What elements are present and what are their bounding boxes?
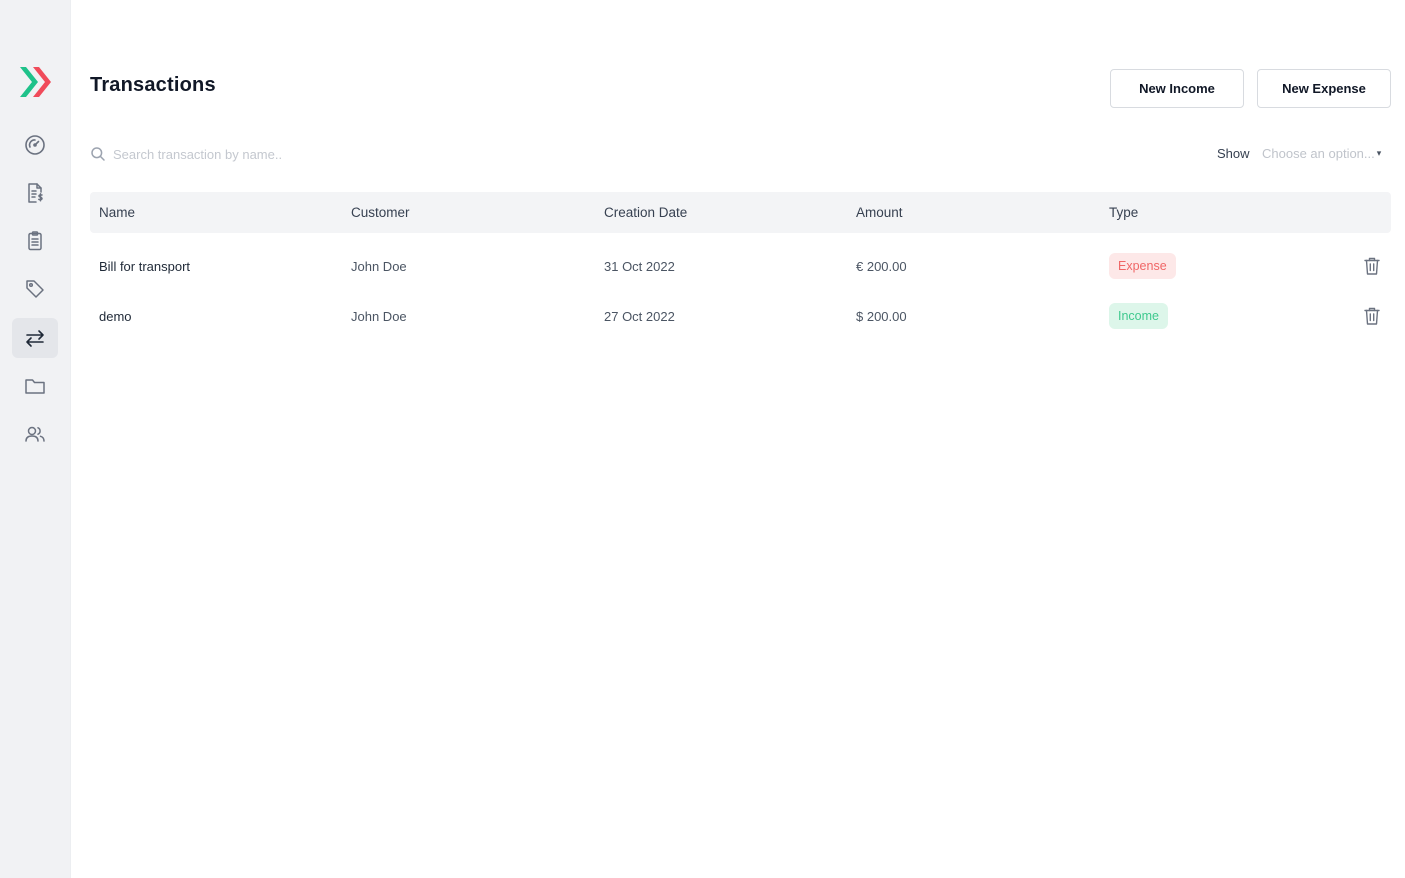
- search-input[interactable]: [113, 146, 493, 162]
- sidebar-item-invoices[interactable]: [12, 173, 58, 213]
- show-filter-label: Show: [1217, 146, 1250, 161]
- chevron-down-icon: ▾: [1376, 148, 1382, 158]
- type-badge-expense: Expense: [1109, 253, 1176, 279]
- transaction-amount: € 200.00: [856, 259, 907, 274]
- double-chevron-logo-icon: [20, 67, 51, 97]
- table-row[interactable]: Bill for transport John Doe 31 Oct 2022 …: [90, 249, 1391, 285]
- sidebar-item-customers[interactable]: [12, 414, 58, 454]
- column-header-type[interactable]: Type: [1109, 205, 1138, 220]
- sidebar-divider: [70, 0, 71, 878]
- app-root: Transactions New Income New Expense Show…: [0, 0, 1405, 878]
- users-icon: [25, 426, 45, 442]
- sidebar-item-files[interactable]: [12, 366, 58, 406]
- invoice-document-icon: [28, 183, 43, 203]
- transaction-name[interactable]: demo: [99, 309, 132, 324]
- table-header: Name Customer Creation Date Amount Type: [90, 192, 1391, 233]
- page-title: Transactions: [90, 74, 216, 96]
- column-header-creation-date[interactable]: Creation Date: [604, 205, 687, 220]
- column-header-customer[interactable]: Customer: [351, 205, 410, 220]
- clipboard-list-icon: [28, 231, 42, 251]
- delete-trash-icon[interactable]: [1363, 256, 1381, 276]
- sidebar: [0, 0, 71, 878]
- sidebar-item-dashboard[interactable]: [12, 125, 58, 165]
- transaction-customer: John Doe: [351, 309, 407, 324]
- column-header-name[interactable]: Name: [99, 205, 135, 220]
- delete-trash-icon[interactable]: [1363, 306, 1381, 326]
- sidebar-item-transactions[interactable]: [12, 318, 58, 358]
- type-badge-income: Income: [1109, 303, 1168, 329]
- sidebar-item-items[interactable]: [12, 269, 58, 309]
- tag-icon: [26, 280, 44, 298]
- dashboard-gauge-icon: [25, 135, 45, 155]
- new-income-button[interactable]: New Income: [1110, 69, 1244, 108]
- table-row[interactable]: demo John Doe 27 Oct 2022 $ 200.00 Incom…: [90, 299, 1391, 335]
- transaction-date: 27 Oct 2022: [604, 309, 675, 324]
- brand-logo[interactable]: [17, 64, 57, 100]
- transaction-name[interactable]: Bill for transport: [99, 259, 190, 274]
- transaction-amount: $ 200.00: [856, 309, 907, 324]
- select-value: Choose an option...: [1262, 146, 1375, 161]
- transaction-date: 31 Oct 2022: [604, 259, 675, 274]
- type-filter-select[interactable]: Choose an option... ▾: [1262, 146, 1381, 161]
- folder-icon: [25, 379, 45, 394]
- transaction-customer: John Doe: [351, 259, 407, 274]
- search-bar: [90, 142, 510, 166]
- column-header-amount[interactable]: Amount: [856, 205, 903, 220]
- new-expense-button[interactable]: New Expense: [1257, 69, 1391, 108]
- search-icon: [91, 147, 105, 161]
- sidebar-item-estimates[interactable]: [12, 221, 58, 261]
- transfer-arrows-icon: [26, 330, 44, 347]
